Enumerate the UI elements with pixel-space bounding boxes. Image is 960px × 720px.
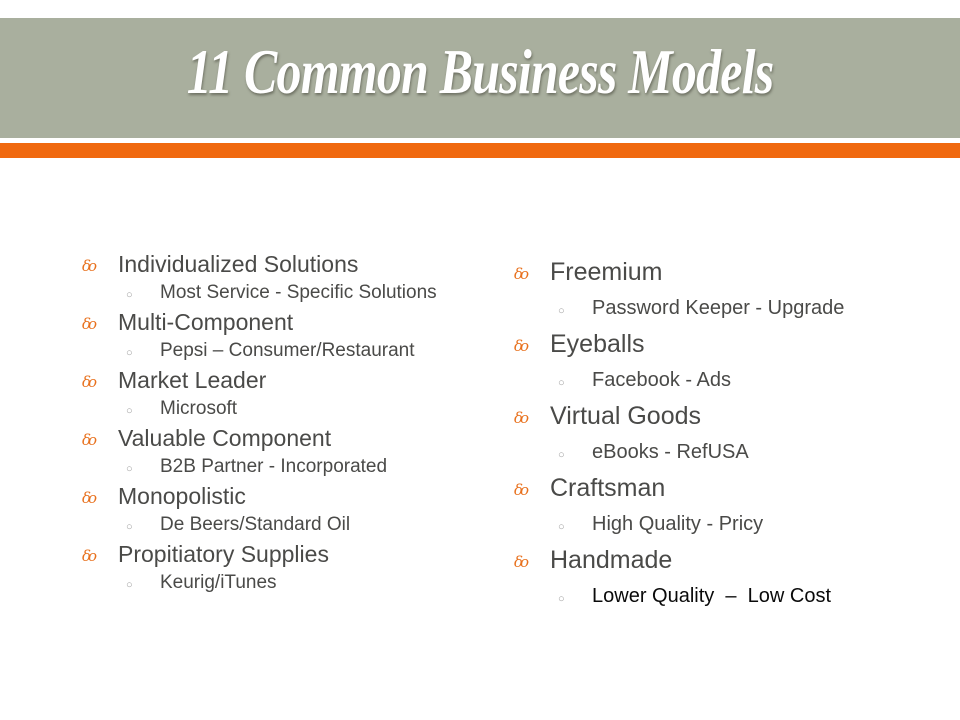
hollow-circle-icon: ○ bbox=[558, 593, 565, 605]
sub-bullet-row: ○ eBooks - RefUSA bbox=[514, 434, 934, 470]
slide-title: 11 Common Business Models bbox=[186, 36, 774, 107]
hollow-circle-icon: ○ bbox=[126, 521, 133, 533]
hollow-circle-icon: ○ bbox=[558, 521, 565, 533]
hollow-circle-icon: ○ bbox=[126, 347, 133, 359]
bullet-label: Individualized Solutions bbox=[118, 251, 359, 277]
bullet-row: δο Valuable Component bbox=[82, 423, 502, 453]
bullet-row: δο Handmade bbox=[514, 542, 934, 578]
list-item: δο Freemium ○ Password Keeper - Upgrade bbox=[514, 254, 934, 326]
sub-bullet-row: ○ Microsoft bbox=[82, 395, 502, 423]
sub-bullet-row: ○ Keurig/iTunes bbox=[82, 569, 502, 597]
bullet-label: Handmade bbox=[550, 546, 673, 574]
bullet-label: Virtual Goods bbox=[550, 402, 702, 430]
hollow-circle-icon: ○ bbox=[558, 305, 565, 317]
list-item: δο Craftsman ○ High Quality - Pricy bbox=[514, 470, 934, 542]
list-item: δο Monopolistic ○ De Beers/Standard Oil bbox=[82, 481, 502, 539]
sub-bullet-label: Most Service - Specific Solutions bbox=[160, 282, 437, 303]
fleuron-bullet-icon: δο bbox=[514, 553, 529, 571]
list-item: δο Individualized Solutions ○ Most Service … bbox=[82, 249, 502, 307]
sub-bullet-label: Pepsi – Consumer/Restaurant bbox=[160, 340, 415, 361]
fleuron-bullet-icon: δο bbox=[514, 481, 529, 499]
bullet-label: Multi-Component bbox=[118, 309, 294, 335]
bullet-label: Monopolistic bbox=[118, 483, 246, 509]
fleuron-bullet-icon: δο bbox=[82, 489, 97, 507]
fleuron-bullet-icon: δο bbox=[514, 265, 529, 283]
bullet-row: δο Eyeballs bbox=[514, 326, 934, 362]
sub-bullet-label: Microsoft bbox=[160, 398, 238, 419]
hollow-circle-icon: ○ bbox=[126, 463, 133, 475]
bullet-row: δο Craftsman bbox=[514, 470, 934, 506]
bullet-label: Craftsman bbox=[550, 474, 666, 502]
bullet-label: Freemium bbox=[550, 258, 663, 286]
hollow-circle-icon: ○ bbox=[126, 579, 133, 591]
left-column: δο Individualized Solutions ○ Most Service … bbox=[82, 249, 502, 597]
list-item: δο Multi-Component ○ Pepsi – Consumer/Resta… bbox=[82, 307, 502, 365]
list-item: δο Market Leader ○ Microsoft bbox=[82, 365, 502, 423]
hollow-circle-icon: ○ bbox=[126, 289, 133, 301]
sub-bullet-label: eBooks - RefUSA bbox=[592, 441, 749, 463]
bullet-row: δο Freemium bbox=[514, 254, 934, 290]
sub-bullet-label: De Beers/Standard Oil bbox=[160, 514, 351, 535]
bullet-label: Valuable Component bbox=[118, 425, 332, 451]
fleuron-bullet-icon: δο bbox=[82, 373, 97, 391]
bullet-label: Propitiatory Supplies bbox=[118, 541, 329, 567]
list-item: δο Handmade ○ Lower Quality – Low Cost bbox=[514, 542, 934, 614]
fleuron-bullet-icon: δο bbox=[514, 409, 529, 427]
bullet-row: δο Individualized Solutions bbox=[82, 249, 502, 279]
sub-bullet-label: Facebook - Ads bbox=[592, 369, 731, 391]
list-item: δο Eyeballs ○ Facebook - Ads bbox=[514, 326, 934, 398]
fleuron-bullet-icon: δο bbox=[82, 547, 97, 565]
right-column: δο Freemium ○ Password Keeper - Upgrade δο Ey… bbox=[514, 254, 934, 614]
sub-bullet-row: ○ High Quality - Pricy bbox=[514, 506, 934, 542]
fleuron-bullet-icon: δο bbox=[82, 431, 97, 449]
hollow-circle-icon: ○ bbox=[558, 377, 565, 389]
fleuron-bullet-icon: δο bbox=[514, 337, 529, 355]
list-item: δο Virtual Goods ○ eBooks - RefUSA bbox=[514, 398, 934, 470]
sub-bullet-row: ○ Facebook - Ads bbox=[514, 362, 934, 398]
bullet-label: Market Leader bbox=[118, 367, 267, 393]
sub-bullet-label: Keurig/iTunes bbox=[160, 572, 277, 593]
sub-bullet-row: ○ Pepsi – Consumer/Restaurant bbox=[82, 337, 502, 365]
title-band: 11 Common Business Models bbox=[0, 18, 960, 138]
accent-bar bbox=[0, 143, 960, 158]
sub-bullet-row: ○ B2B Partner - Incorporated bbox=[82, 453, 502, 481]
sub-bullet-label: B2B Partner - Incorporated bbox=[160, 456, 388, 477]
fleuron-bullet-icon: δο bbox=[82, 315, 97, 333]
sub-bullet-row: ○ Most Service - Specific Solutions bbox=[82, 279, 502, 307]
bullet-row: δο Virtual Goods bbox=[514, 398, 934, 434]
bullet-row: δο Multi-Component bbox=[82, 307, 502, 337]
sub-bullet-row: ○ Lower Quality – Low Cost bbox=[514, 578, 934, 614]
list-item: δο Propitiatory Supplies ○ Keurig/iTunes bbox=[82, 539, 502, 597]
sub-bullet-row: ○ Password Keeper - Upgrade bbox=[514, 290, 934, 326]
list-item: δο Valuable Component ○ B2B Partner - Incor… bbox=[82, 423, 502, 481]
right-bullet-list: δο Freemium ○ Password Keeper - Upgrade δο Ey… bbox=[514, 254, 934, 614]
sub-bullet-label: Lower Quality – Low Cost bbox=[592, 585, 831, 607]
hollow-circle-icon: ○ bbox=[558, 449, 565, 461]
left-bullet-list: δο Individualized Solutions ○ Most Service … bbox=[82, 249, 502, 597]
bullet-row: δο Monopolistic bbox=[82, 481, 502, 511]
bullet-label: Eyeballs bbox=[550, 330, 645, 358]
sub-bullet-row: ○ De Beers/Standard Oil bbox=[82, 511, 502, 539]
bullet-row: δο Market Leader bbox=[82, 365, 502, 395]
hollow-circle-icon: ○ bbox=[126, 405, 133, 417]
fleuron-bullet-icon: δο bbox=[82, 257, 97, 275]
sub-bullet-label: High Quality - Pricy bbox=[592, 513, 764, 535]
bullet-row: δο Propitiatory Supplies bbox=[82, 539, 502, 569]
sub-bullet-label: Password Keeper - Upgrade bbox=[592, 297, 845, 319]
